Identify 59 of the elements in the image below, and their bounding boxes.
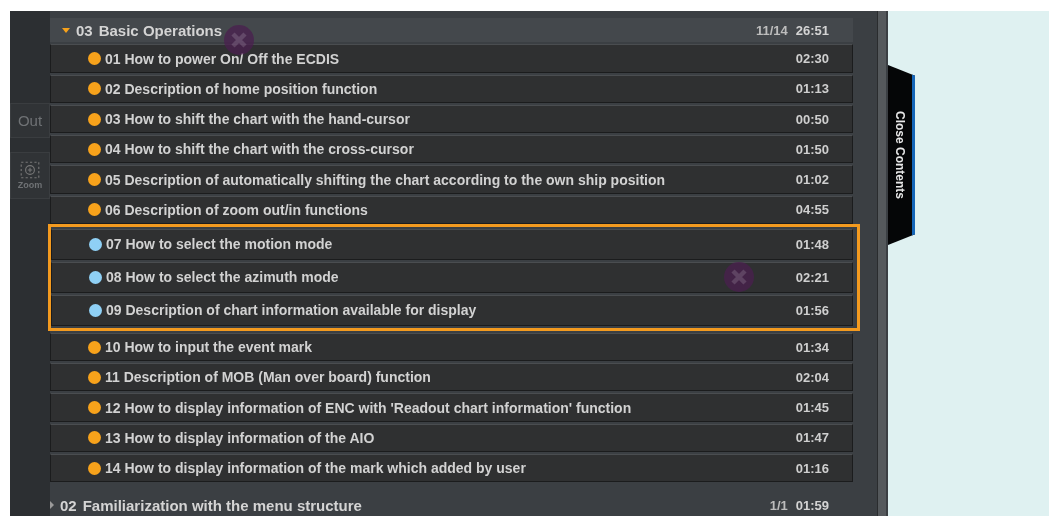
duration: 01:56 bbox=[795, 302, 829, 318]
caret-down-icon[interactable] bbox=[62, 27, 70, 33]
zoom-icon bbox=[19, 161, 41, 179]
duration: 01:16 bbox=[795, 460, 829, 476]
section-title: Familiarization with the menu structure bbox=[82, 496, 363, 514]
lesson-row[interactable]: 12 How to display information of ENC with 'Readout chart information' function 01:45 bbox=[50, 393, 853, 422]
duration: 01:13 bbox=[795, 81, 829, 97]
lesson-title: 06 Description of zoom out/in functions bbox=[105, 201, 368, 218]
lesson-title: 01 How to power On/ Off the ECDIS bbox=[105, 50, 340, 67]
duration: 01:02 bbox=[795, 172, 829, 188]
duration: 02:30 bbox=[795, 51, 829, 67]
duration: 01:59 bbox=[795, 497, 829, 513]
lesson-row[interactable]: 09 Description of chart information available for display 01:56 bbox=[51, 294, 853, 326]
duration: 01:45 bbox=[795, 400, 829, 416]
duration: 02:21 bbox=[795, 269, 829, 285]
close-contents-tab[interactable]: Close Contents bbox=[888, 65, 915, 245]
lesson-title: 08 How to select the azimuth mode bbox=[106, 269, 339, 286]
duration: 01:48 bbox=[795, 236, 829, 252]
lesson-title: 14 How to display information of the mark which added by user bbox=[105, 460, 526, 477]
lesson-title: 04 How to shift the chart with the cross-cursor bbox=[105, 141, 414, 158]
lesson-row[interactable]: 02 Description of home position function 01:13 bbox=[50, 74, 853, 103]
lesson-title: 03 How to shift the chart with the hand-cursor bbox=[105, 111, 410, 128]
lesson-row[interactable]: 08 How to select the azimuth mode 02:21 bbox=[51, 261, 853, 293]
duration: 04:55 bbox=[795, 202, 829, 218]
duration: 02:04 bbox=[795, 369, 829, 385]
lesson-title: 07 How to select the motion mode bbox=[106, 236, 333, 253]
caret-right-icon[interactable] bbox=[50, 501, 54, 510]
lesson-row[interactable]: 06 Description of zoom out/in functions 04:55 bbox=[50, 195, 853, 224]
x-circle-icon bbox=[224, 25, 254, 55]
lesson-title: 02 Description of home position function bbox=[105, 80, 378, 97]
lesson-row[interactable]: 05 Description of automatically shifting the chart according to the own ship position 01:02 bbox=[50, 165, 853, 194]
lesson-row[interactable]: 03 How to shift the chart with the hand-cursor 00:50 bbox=[50, 104, 853, 134]
duration: 00:50 bbox=[795, 111, 829, 127]
lesson-row[interactable]: 01 How to power On/ Off the ECDIS 02:30 bbox=[50, 44, 853, 73]
lesson-row[interactable]: 07 How to select the motion mode 01:48 bbox=[51, 228, 853, 260]
section-header[interactable]: 03 Basic Operations 11/14 26:51 bbox=[50, 18, 853, 43]
duration: 01:50 bbox=[795, 141, 829, 157]
duration: 26:51 bbox=[795, 22, 829, 38]
scrollbar[interactable] bbox=[877, 11, 886, 516]
lesson-title: 12 How to display information of ENC with 'Readout chart information' function bbox=[105, 399, 632, 416]
section-title: Basic Operations bbox=[98, 21, 224, 39]
lesson-row[interactable]: 04 How to shift the chart with the cross-cursor 01:50 bbox=[50, 135, 853, 164]
lesson-row[interactable]: 14 How to display information of the mark which added by user 01:16 bbox=[50, 453, 853, 483]
lesson-title: 11 Description of MOB (Man over board) function bbox=[105, 369, 431, 386]
lesson-title: 05 Description of automatically shifting the chart according to the own ship position bbox=[105, 171, 666, 188]
duration: 01:47 bbox=[795, 430, 829, 446]
section-header[interactable]: 02 Familiarization with the menu structure 1/1 01:59 bbox=[50, 494, 853, 516]
lesson-row[interactable]: 13 How to display information of the AIO 01:47 bbox=[50, 423, 853, 452]
duration: 01:34 bbox=[795, 339, 829, 355]
section-number: 03 bbox=[76, 21, 93, 39]
lesson-title: 10 How to input the event mark bbox=[105, 339, 312, 356]
lesson-row[interactable]: 11 Description of MOB (Man over board) function 02:04 bbox=[50, 363, 853, 392]
lesson-title: 13 How to display information of the AIO bbox=[105, 429, 375, 446]
x-circle-icon bbox=[724, 262, 754, 292]
section-number: 02 bbox=[60, 496, 77, 514]
progress-count: 1/1 bbox=[769, 497, 788, 513]
lesson-row[interactable]: 10 How to input the event mark 01:34 bbox=[50, 332, 853, 362]
lesson-title: 09 Description of chart information available for display bbox=[106, 302, 477, 319]
progress-count: 11/14 bbox=[755, 22, 788, 38]
